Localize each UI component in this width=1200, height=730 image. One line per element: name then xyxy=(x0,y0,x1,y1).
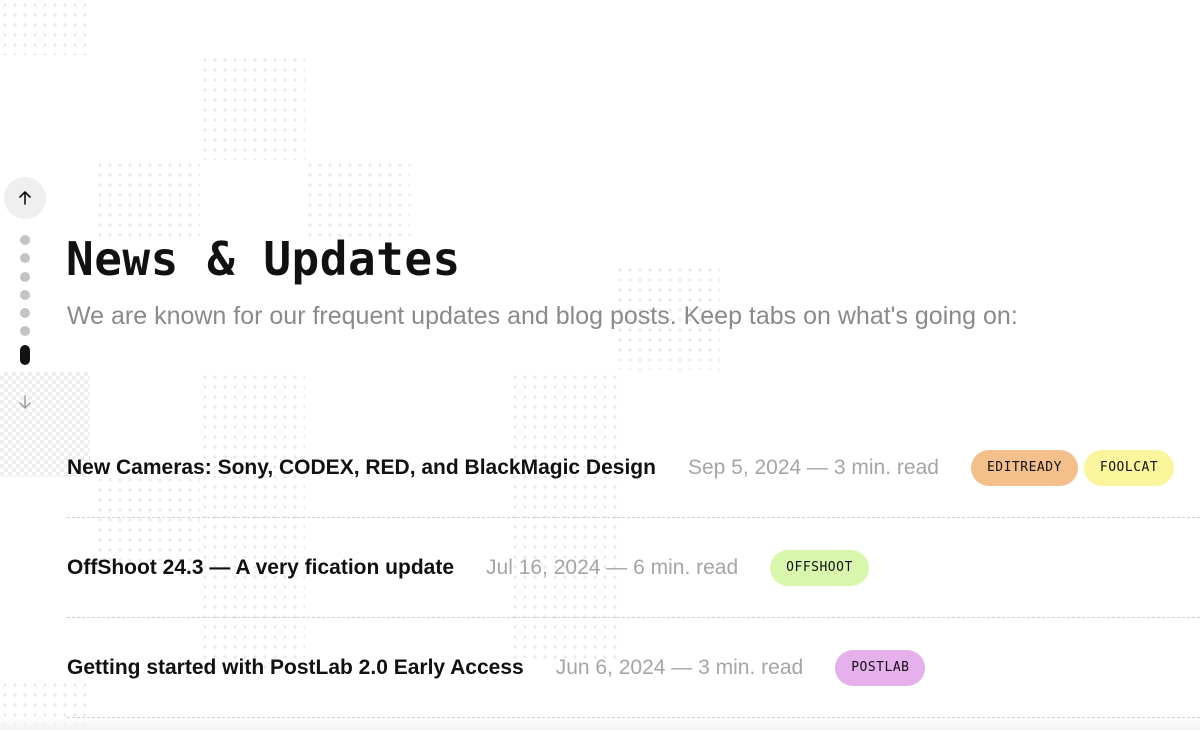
scroll-down-button[interactable] xyxy=(4,381,46,423)
section-dot[interactable] xyxy=(20,271,30,282)
post-tags: POSTLAB xyxy=(835,649,926,686)
bg-dot-pattern xyxy=(305,160,410,240)
tag-badge[interactable]: FOOLCAT xyxy=(1083,449,1175,486)
scroll-up-button[interactable] xyxy=(4,177,46,219)
bg-dot-pattern xyxy=(0,0,90,55)
post-title-link[interactable]: OffShoot 24.3 — A very fication update xyxy=(67,556,454,580)
section-dot[interactable] xyxy=(20,326,30,337)
post-tags: EDITREADY FOOLCAT xyxy=(970,449,1175,486)
post-row[interactable]: New Cameras: Sony, CODEX, RED, and Black… xyxy=(67,418,1200,518)
post-meta: Jun 6, 2024 — 3 min. read xyxy=(555,655,804,679)
section-dots xyxy=(20,235,30,373)
page-title: News & Updates xyxy=(66,232,461,286)
section-scroll-nav xyxy=(4,177,46,427)
section-dot[interactable] xyxy=(20,289,30,300)
tag-badge[interactable]: EDITREADY xyxy=(970,449,1078,486)
post-row[interactable]: Getting started with PostLab 2.0 Early A… xyxy=(67,618,1200,718)
news-page: News & Updates We are known for our freq… xyxy=(0,0,1200,730)
arrow-down-icon xyxy=(19,395,31,409)
tag-badge[interactable]: POSTLAB xyxy=(835,649,926,686)
bottom-fade xyxy=(0,716,1200,730)
bg-dot-pattern xyxy=(200,55,305,160)
post-meta: Sep 5, 2024 — 3 min. read xyxy=(687,455,939,479)
arrow-up-icon xyxy=(19,191,31,205)
post-title-link[interactable]: Getting started with PostLab 2.0 Early A… xyxy=(67,656,524,680)
section-dot-active[interactable] xyxy=(20,344,30,365)
tag-badge[interactable]: OFFSHOOT xyxy=(770,549,869,586)
post-title-link[interactable]: New Cameras: Sony, CODEX, RED, and Black… xyxy=(67,456,656,480)
page-subtitle: We are known for our frequent updates an… xyxy=(67,302,1018,330)
section-dot[interactable] xyxy=(20,235,30,245)
post-meta: Jul 16, 2024 — 6 min. read xyxy=(486,555,739,579)
section-dot[interactable] xyxy=(20,253,30,264)
section-dot[interactable] xyxy=(20,308,30,319)
bg-dot-pattern xyxy=(95,160,200,240)
post-tags: OFFSHOOT xyxy=(770,549,869,586)
post-list: New Cameras: Sony, CODEX, RED, and Black… xyxy=(67,418,1200,718)
post-row[interactable]: OffShoot 24.3 — A very fication update Ju… xyxy=(67,518,1200,618)
